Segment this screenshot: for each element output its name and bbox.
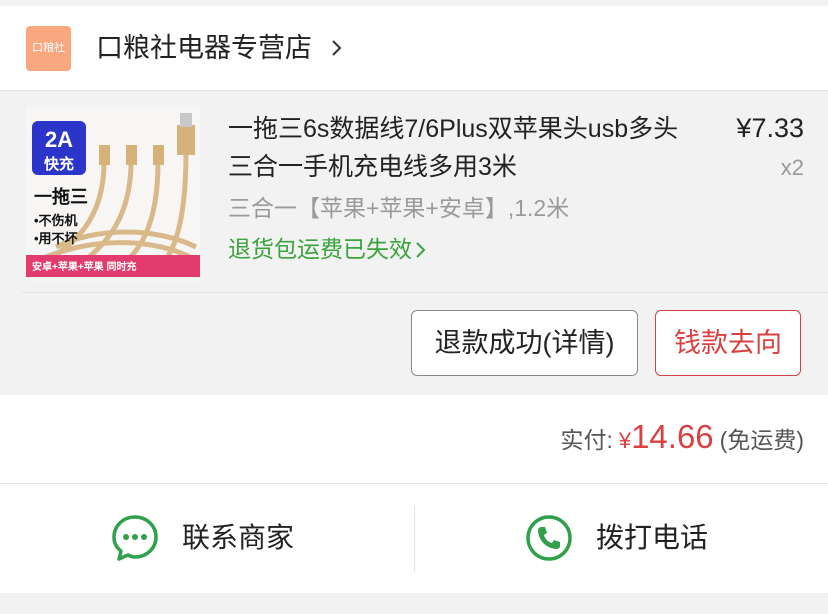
- thumb-banner: 安卓+苹果+苹果 同时充: [32, 260, 136, 273]
- product-title[interactable]: 一拖三6s数据线7/6Plus双苹果头usb多头三合一手机充电线多用3米: [228, 110, 698, 186]
- badge-2a: 2A: [45, 127, 73, 152]
- payment-summary: 实付: ¥14.66 (免运费): [0, 395, 828, 483]
- divider: [22, 292, 828, 293]
- thumb-line3: •用不坏: [34, 231, 78, 246]
- product-price: ¥7.33: [736, 113, 804, 143]
- bottom-spacer: [0, 593, 828, 614]
- paid-label: 实付:: [560, 427, 613, 453]
- currency-symbol: ¥: [618, 428, 632, 453]
- thumb-line2: •不伤机: [34, 213, 78, 228]
- contact-bar: 联系商家 拨打电话: [0, 483, 828, 593]
- shop-logo[interactable]: 口粮社: [26, 26, 71, 71]
- badge-fast: 快充: [44, 155, 74, 173]
- divider: [0, 90, 828, 91]
- product-spec: 三合一【苹果+苹果+安卓】,1.2米: [228, 195, 570, 221]
- paid-amount: 14.66: [631, 418, 714, 455]
- contact-seller-label: 联系商家: [182, 522, 295, 553]
- phone-icon: [526, 515, 572, 561]
- return-shipping-notice-text: 退货包运费已失效: [228, 236, 412, 262]
- contact-seller-button[interactable]: 联系商家: [0, 484, 414, 594]
- thumb-line1: 一拖三: [34, 186, 88, 207]
- product-quantity: x2: [780, 155, 804, 180]
- call-button[interactable]: 拨打电话: [414, 484, 828, 594]
- return-shipping-notice[interactable]: 退货包运费已失效: [228, 233, 428, 265]
- money-destination-button[interactable]: 钱款去向: [655, 310, 801, 376]
- chevron-right-icon[interactable]: [328, 39, 346, 57]
- shop-header[interactable]: 口粮社 口粮社电器专营店: [0, 6, 828, 90]
- refund-details-button[interactable]: 退款成功(详情): [411, 310, 638, 376]
- order-item[interactable]: 2A 快充 一拖三 •不伤机 •用不坏 安卓+苹果+苹果 同时充 一拖三6s数据…: [0, 90, 828, 395]
- chat-bubble-icon: [112, 515, 158, 561]
- product-thumbnail[interactable]: 2A 快充 一拖三 •不伤机 •用不坏 安卓+苹果+苹果 同时充: [26, 107, 200, 281]
- shop-name[interactable]: 口粮社电器专营店: [96, 31, 312, 65]
- call-label: 拨打电话: [596, 522, 709, 553]
- chevron-right-icon: [416, 242, 426, 258]
- shipping-note: (免运费): [719, 427, 804, 453]
